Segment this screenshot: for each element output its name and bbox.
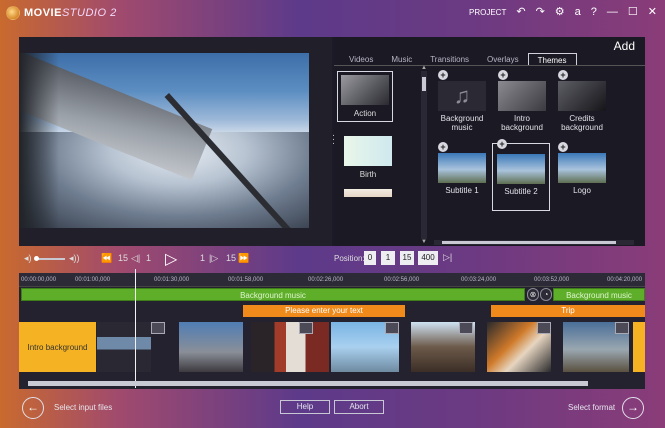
volume-high-icon[interactable]: ◂)): [69, 253, 80, 264]
video-track: Intro background: [19, 322, 645, 372]
themes-list: Action Birth: [337, 71, 420, 239]
select-input-label[interactable]: Select input files: [54, 403, 112, 412]
position-milliseconds[interactable]: 400: [418, 251, 438, 265]
transition-icon[interactable]: [151, 322, 165, 334]
add-plus-icon[interactable]: +: [558, 70, 568, 80]
app-logo: MOVIESTUDIO 2: [6, 6, 117, 20]
add-plus-icon[interactable]: +: [558, 142, 568, 152]
item-intro-background[interactable]: + Intro background: [494, 70, 550, 137]
item-background-music[interactable]: + ♫ Background music: [434, 70, 490, 137]
transition-icon[interactable]: [385, 322, 399, 334]
text-clip-placeholder[interactable]: Please enter your text: [243, 305, 405, 317]
close-button[interactable]: ✕: [648, 7, 657, 18]
tab-videos[interactable]: Videos: [340, 53, 382, 65]
step-back-value: 1: [146, 253, 152, 263]
app-name: MOVIESTUDIO 2: [24, 7, 117, 19]
project-menu[interactable]: PROJECT: [469, 8, 506, 17]
add-panel: Add Videos Music Transitions Overlays Th…: [334, 37, 645, 246]
add-plus-icon[interactable]: +: [438, 142, 448, 152]
theme-item-action[interactable]: Action: [337, 71, 393, 122]
theme-item-next[interactable]: [341, 189, 395, 197]
music-mute-icon[interactable]: ⊗: [527, 288, 539, 301]
scroll-up-icon[interactable]: ▲: [421, 65, 427, 71]
video-preview: [19, 37, 332, 246]
logo-disc-icon: [6, 6, 20, 20]
timeline-ruler[interactable]: 00:00:00,000 00:01:00,000 00:01:30,000 0…: [19, 273, 645, 287]
maximize-button[interactable]: ☐: [628, 7, 638, 18]
scroll-down-icon[interactable]: ▼: [421, 239, 427, 245]
forward-15-value: 15: [226, 253, 237, 263]
redo-icon[interactable]: ↷: [536, 7, 545, 18]
step-fwd-value: 1: [200, 253, 206, 263]
window-controls: PROJECT ↶ ↷ ⚙ a ? — ☐ ✕: [469, 7, 657, 18]
transition-icon[interactable]: [615, 322, 629, 334]
transition-icon[interactable]: [537, 322, 551, 334]
theme-item-birth[interactable]: Birth: [341, 136, 395, 179]
item-logo[interactable]: + Logo: [554, 142, 610, 211]
play-icon[interactable]: ▷: [165, 249, 177, 269]
playhead[interactable]: [135, 269, 136, 388]
music-note-icon: ♫: [438, 81, 486, 111]
video-clip-2[interactable]: [179, 322, 243, 372]
go-to-end-icon[interactable]: ▷|: [443, 252, 452, 263]
themes-scrollbar[interactable]: ▲ ▼: [421, 65, 427, 245]
volume-slider[interactable]: [35, 258, 65, 260]
item-subtitle-2[interactable]: + Subtitle 2: [492, 139, 550, 211]
position-label: Position:: [334, 254, 365, 263]
tab-music[interactable]: Music: [382, 53, 421, 65]
add-tabs: Videos Music Transitions Overlays Themes: [334, 53, 645, 66]
gear-icon[interactable]: ⚙: [555, 7, 565, 18]
add-plus-icon[interactable]: +: [438, 70, 448, 80]
forward-15-icon[interactable]: ⏩: [238, 253, 249, 264]
intro-clip[interactable]: Intro background: [19, 322, 96, 372]
position-minutes[interactable]: 1: [381, 251, 395, 265]
workspace: ··· Add Videos Music Transitions Overlay…: [19, 37, 645, 246]
item-subtitle-1[interactable]: + Subtitle 1: [434, 142, 490, 211]
volume-low-icon[interactable]: ◂): [24, 253, 32, 264]
text-clip-trip[interactable]: Trip: [491, 305, 645, 317]
tab-transitions[interactable]: Transitions: [421, 53, 478, 65]
select-format-label[interactable]: Select format: [568, 403, 615, 412]
preview-frame: [19, 53, 309, 228]
step-back-icon[interactable]: ◁|: [131, 253, 140, 264]
add-plus-icon[interactable]: +: [497, 139, 507, 149]
items-hscrollbar[interactable]: [434, 240, 634, 245]
volume-knob[interactable]: [34, 256, 39, 261]
transition-icon[interactable]: [459, 322, 473, 334]
bottom-bar: ← Select input files Help Abort Select f…: [0, 392, 665, 428]
tab-themes[interactable]: Themes: [527, 53, 577, 65]
credits-clip[interactable]: [633, 322, 645, 372]
back-arrow-icon[interactable]: ←: [22, 397, 44, 419]
forward-arrow-icon[interactable]: →: [622, 397, 644, 419]
position-seconds[interactable]: 15: [400, 251, 414, 265]
help-icon[interactable]: ?: [591, 7, 597, 18]
position-hours[interactable]: 0: [364, 251, 376, 265]
video-clip-3[interactable]: [251, 322, 329, 372]
abort-button[interactable]: Abort: [334, 400, 384, 414]
tab-overlays[interactable]: Overlays: [478, 53, 528, 65]
music-clip-1[interactable]: Background music: [21, 288, 525, 301]
title-bar: MOVIESTUDIO 2 PROJECT ↶ ↷ ⚙ a ? — ☐ ✕: [0, 0, 665, 28]
add-plus-icon[interactable]: +: [498, 70, 508, 80]
rewind-15-icon[interactable]: ⏪: [101, 253, 112, 264]
timeline: 00:00:00,000 00:01:00,000 00:01:30,000 0…: [19, 273, 645, 389]
minimize-button[interactable]: —: [607, 7, 618, 18]
item-credits-background[interactable]: + Credits background: [554, 70, 610, 137]
undo-icon[interactable]: ↶: [516, 7, 525, 18]
help-button[interactable]: Help: [280, 400, 330, 414]
music-clip-2[interactable]: Background music: [553, 288, 645, 301]
rewind-15-value: 15: [118, 253, 129, 263]
timeline-scrollbar[interactable]: [28, 381, 588, 386]
transition-icon[interactable]: [299, 322, 313, 334]
music-fade-icon[interactable]: ◔: [540, 288, 552, 301]
step-forward-icon[interactable]: |▷: [209, 253, 218, 264]
video-clip-1[interactable]: [97, 322, 151, 372]
font-icon[interactable]: a: [575, 7, 581, 18]
transport-bar: ◂) ◂)) ⏪ 15 ◁| 1 ▷ 1 |▷ 15 ⏩ Position: 0…: [19, 249, 645, 269]
add-panel-title: Add: [613, 39, 635, 53]
